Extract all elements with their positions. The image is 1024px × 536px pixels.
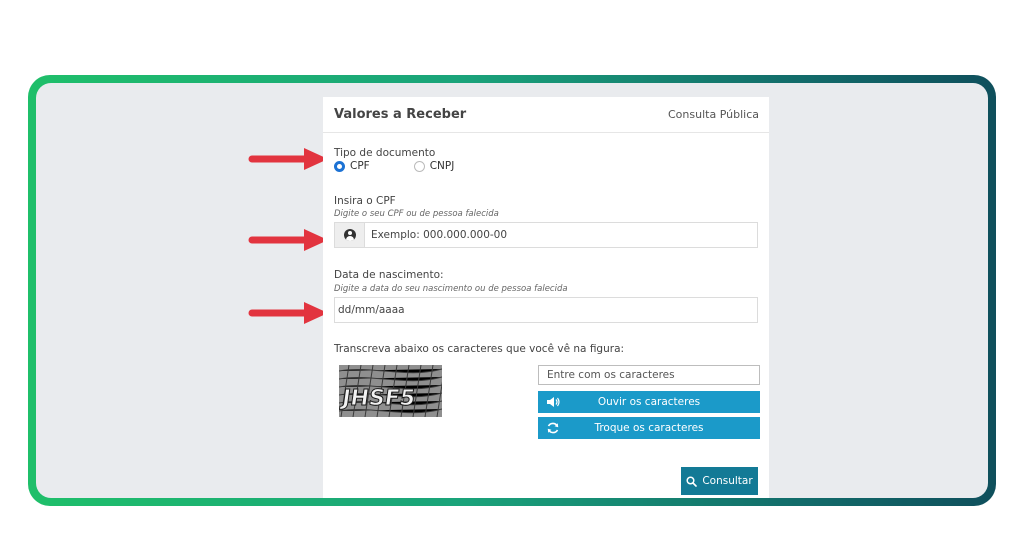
user-circle-icon <box>343 229 356 241</box>
captcha-image: JHSF5 <box>339 365 442 417</box>
birth-date-input[interactable]: dd/mm/aaaa <box>334 297 758 323</box>
cpf-radio[interactable] <box>334 160 345 172</box>
annotation-arrow-icon <box>248 229 328 251</box>
refresh-icon <box>547 422 559 434</box>
listen-captcha-label: Ouvir os caracteres <box>597 396 701 408</box>
consultar-button[interactable]: Consultar <box>681 467 758 495</box>
cpf-input[interactable]: Exemplo: 000.000.000-00 <box>334 222 758 248</box>
listen-captcha-button[interactable]: Ouvir os caracteres <box>538 391 760 413</box>
captcha-input[interactable] <box>538 365 760 385</box>
cpf-input-addon <box>335 223 365 247</box>
refresh-captcha-label: Troque os caracteres <box>594 422 704 434</box>
doc-type-label: Tipo de documento <box>334 147 436 159</box>
birth-placeholder: dd/mm/aaaa <box>338 304 405 316</box>
page-title: Valores a Receber <box>334 107 467 122</box>
cnpj-radio-label[interactable]: CNPJ <box>430 160 455 172</box>
card-header: Valores a Receber Consulta Pública <box>323 97 769 133</box>
cpf-hint: Digite o seu CPF ou de pessoa falecida <box>334 209 499 219</box>
screenshot-area: Valores a Receber Consulta Pública Tipo … <box>36 83 988 498</box>
search-icon <box>686 475 698 487</box>
cnpj-radio[interactable] <box>413 160 425 172</box>
birth-label: Data de nascimento: <box>334 269 444 281</box>
cpf-radio-label[interactable]: CPF <box>350 160 370 172</box>
annotation-arrow-icon <box>248 148 328 170</box>
consulta-card: Valores a Receber Consulta Pública Tipo … <box>323 97 769 498</box>
page-subtitle: Consulta Pública <box>668 108 759 121</box>
annotation-arrow-icon <box>248 302 328 324</box>
cpf-placeholder: Exemplo: 000.000.000-00 <box>371 229 508 241</box>
birth-hint: Digite a data do seu nascimento ou de pe… <box>334 284 568 294</box>
refresh-captcha-button[interactable]: Troque os caracteres <box>538 417 760 439</box>
highlight-frame: Valores a Receber Consulta Pública Tipo … <box>28 75 996 506</box>
captcha-text: JHSF5 <box>339 385 417 411</box>
doc-type-radio-group: CPF CNPJ <box>334 160 498 172</box>
speaker-icon <box>547 397 560 407</box>
cpf-label: Insira o CPF <box>334 195 396 207</box>
captcha-graphic: JHSF5 <box>339 365 442 417</box>
captcha-label: Transcreva abaixo os caracteres que você… <box>334 343 625 355</box>
consultar-label: Consultar <box>702 475 753 487</box>
